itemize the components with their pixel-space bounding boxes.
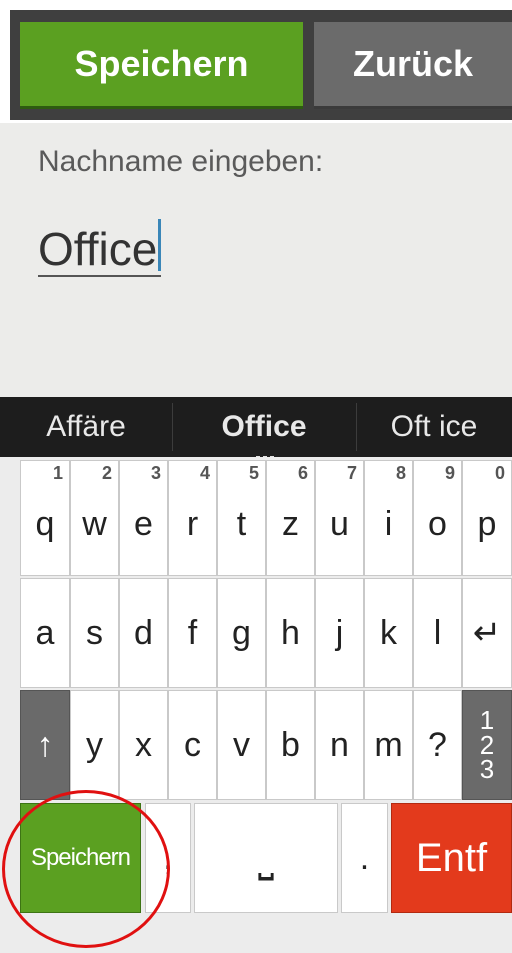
numbers-key-digit: 1 [479, 704, 495, 735]
text-caret [158, 219, 162, 271]
key-letter: u [330, 504, 349, 543]
key-g[interactable]: g [217, 578, 266, 688]
key-number: 0 [494, 463, 505, 483]
key-j[interactable]: j [315, 578, 364, 688]
shift-icon: ↑ [36, 725, 54, 764]
key-number: 8 [395, 463, 406, 483]
key-r[interactable]: 4r [168, 460, 217, 576]
field-prompt: Nachname eingeben: [38, 145, 324, 178]
key-letter: z [282, 504, 299, 543]
key-l[interactable]: l [413, 578, 462, 688]
back-button[interactable]: Zurück [314, 22, 512, 109]
key-u[interactable]: 7u [315, 460, 364, 576]
key-h[interactable]: h [266, 578, 315, 688]
key-number: 2 [101, 463, 112, 483]
key-number: 5 [248, 463, 259, 483]
key-o[interactable]: 9o [413, 460, 462, 576]
key-q[interactable]: 1q [20, 460, 70, 576]
key-x[interactable]: x [119, 690, 168, 800]
key-letter: p [477, 504, 497, 543]
more-suggestions-icon[interactable] [256, 447, 280, 460]
delete-key[interactable]: Entf [391, 803, 512, 913]
key-letter: w [82, 504, 107, 543]
key-k[interactable]: k [364, 578, 413, 688]
suggestion-3[interactable]: Oft ice [356, 397, 512, 457]
key-letter: e [134, 504, 153, 543]
key-i[interactable]: 8i [364, 460, 413, 576]
key-number: 9 [444, 463, 455, 483]
key-b[interactable]: b [266, 690, 315, 800]
key-letter: i [384, 504, 393, 543]
save-button[interactable]: Speichern [20, 22, 303, 109]
key-a[interactable]: a [20, 578, 70, 688]
key-z[interactable]: 6z [266, 460, 315, 576]
key-number: 4 [199, 463, 210, 483]
suggestion-1[interactable]: Affäre [0, 397, 172, 457]
key-m[interactable]: m [364, 690, 413, 800]
last-name-input[interactable]: Office [38, 219, 162, 277]
numbers-key-digit: 3 [479, 754, 495, 785]
key-letter: o [428, 504, 447, 543]
numbers-key[interactable]: 1 2 3 [462, 690, 512, 800]
key-v[interactable]: v [217, 690, 266, 800]
enter-icon: ↵ [472, 614, 502, 652]
key-d[interactable]: d [119, 578, 168, 688]
key-letter: r [186, 504, 199, 543]
space-bar-icon: ⎵ [258, 835, 274, 880]
header-bar: Speichern Zurück [0, 0, 512, 123]
key-w[interactable]: 2w [70, 460, 119, 576]
numbers-key-label: 1 2 3 [479, 704, 495, 785]
key-s[interactable]: s [70, 578, 119, 688]
key-letter: q [35, 504, 55, 543]
keyboard-save-button[interactable]: Speichern [20, 803, 141, 913]
key-e[interactable]: 3e [119, 460, 168, 576]
key-p[interactable]: 0p [462, 460, 512, 576]
key-n[interactable]: n [315, 690, 364, 800]
key-t[interactable]: 5t [217, 460, 266, 576]
key-y[interactable]: y [70, 690, 119, 800]
key-question-mark[interactable]: ? [413, 690, 462, 800]
key-letter: t [236, 504, 247, 543]
last-name-value: Office [38, 223, 158, 275]
shift-key[interactable]: ↑ [20, 690, 70, 800]
key-number: 6 [297, 463, 308, 483]
input-panel: Nachname eingeben: Office [0, 123, 512, 397]
key-number: 1 [52, 463, 63, 483]
key-f[interactable]: f [168, 578, 217, 688]
key-number: 7 [346, 463, 357, 483]
comma-key[interactable]: , [145, 803, 191, 913]
key-c[interactable]: c [168, 690, 217, 800]
enter-key[interactable]: ↵ [462, 578, 512, 688]
space-key[interactable]: ⎵ [194, 803, 338, 913]
period-key[interactable]: . [341, 803, 388, 913]
key-number: 3 [150, 463, 161, 483]
